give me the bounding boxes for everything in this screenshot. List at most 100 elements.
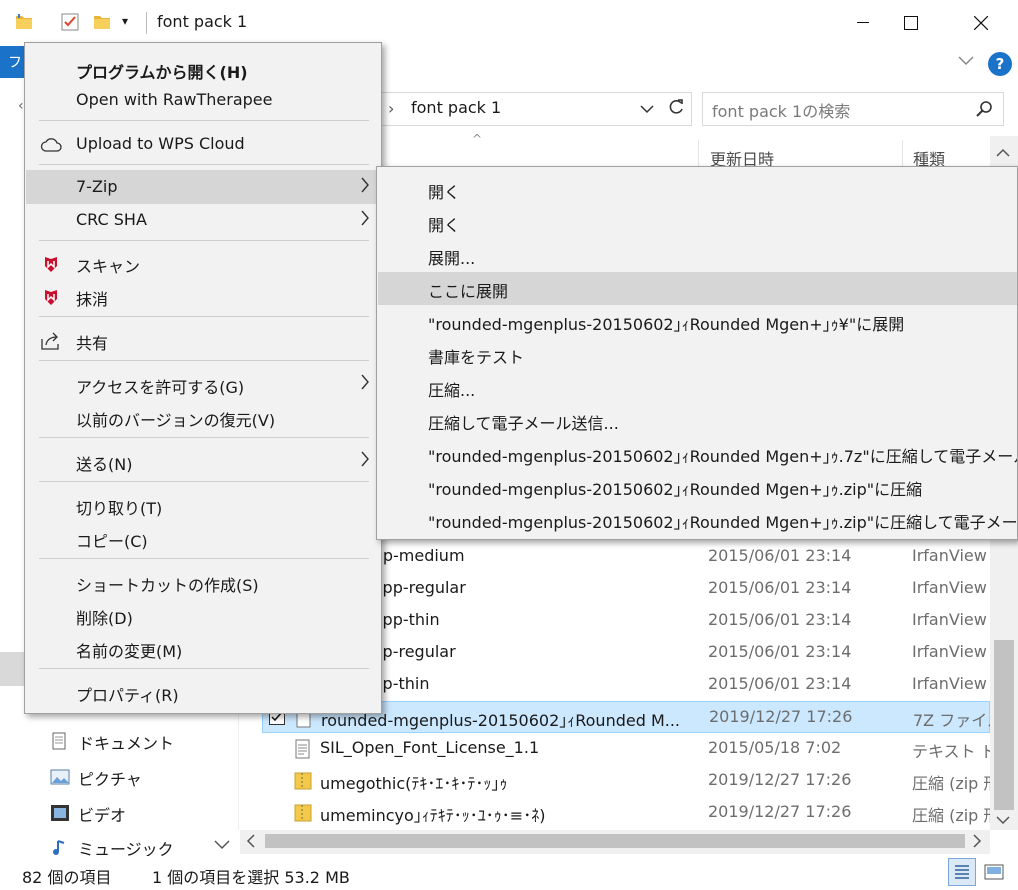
text-file-icon: [294, 739, 312, 759]
new-folder-icon[interactable]: [92, 12, 112, 32]
breadcrumb-chevron-icon[interactable]: ›: [388, 99, 394, 118]
file-type: テキスト ドキ: [912, 742, 990, 761]
search-icon[interactable]: [974, 99, 994, 123]
menu-item-label: プログラムから開く(H): [76, 63, 248, 82]
menu-item-shred[interactable]: 抹消: [26, 279, 380, 313]
submenu-arrow-icon: [360, 450, 370, 473]
expand-ribbon-icon[interactable]: [958, 54, 974, 70]
status-selection-info: 1 個の項目を選択 53.2 MB: [152, 868, 350, 887]
sort-ascending-icon: ^: [472, 132, 483, 146]
nav-item-label: ピクチャ: [78, 770, 142, 789]
menu-item-crc-sha[interactable]: CRC SHA: [26, 203, 380, 237]
table-row[interactable]: umemincyo｣ｨﾃｷﾃ･ｯ･ﾕ･ｩ･≡･ﾈ) 2019/12/27 17:2…: [262, 797, 990, 829]
menu-item-label: Open with RawTherapee: [76, 90, 273, 109]
videos-icon: [50, 804, 70, 822]
zip-folder-icon: [294, 771, 312, 791]
menu-item-open-with-rawtherapee[interactable]: Open with RawTherapee: [26, 83, 380, 117]
nav-item-label: ビデオ: [78, 806, 127, 825]
menu-item-cut[interactable]: 切り取り(T): [26, 488, 380, 522]
help-icon[interactable]: ?: [988, 52, 1012, 76]
7zip-submenu: 開く 開く 展開... ここに展開 "rounded-mgenplus-20150602…: [376, 166, 1018, 540]
customize-quick-access-icon[interactable]: ▾: [122, 14, 128, 28]
large-icons-view-button[interactable]: [982, 860, 1006, 884]
nav-item-documents[interactable]: ドキュメント: [50, 726, 210, 756]
menu-item-create-shortcut[interactable]: ショートカットの作成(S): [26, 565, 380, 599]
scroll-up-icon[interactable]: [996, 144, 1010, 162]
table-row[interactable]: SIL_Open_Font_License_1.1 2015/05/18 7:02…: [262, 733, 990, 765]
submenu-item-open-2[interactable]: 開く: [378, 206, 1017, 239]
file-date: 2019/12/27 17:26: [709, 707, 853, 726]
scroll-down-icon[interactable]: [996, 812, 1010, 830]
menu-item-open-with-program[interactable]: プログラムから開く(H): [26, 52, 380, 86]
menu-item-rename[interactable]: 名前の変更(M): [26, 631, 380, 665]
submenu-item-label: 開く: [428, 216, 461, 235]
submenu-arrow-icon: [360, 373, 370, 396]
submenu-item-add-to-zip[interactable]: "rounded-mgenplus-20150602｣ｨRounded Mgen…: [378, 470, 1017, 503]
pane-divider[interactable]: [238, 700, 239, 830]
minimize-button[interactable]: [840, 0, 886, 46]
submenu-item-open[interactable]: 開く: [378, 173, 1017, 206]
file-type: IrfanView: [912, 610, 987, 629]
submenu-item-label: "rounded-mgenplus-20150602｣ｨRounded Mgen…: [428, 315, 905, 334]
menu-separator: [39, 316, 369, 317]
menu-item-delete[interactable]: 削除(D): [26, 598, 380, 632]
nav-item-pictures[interactable]: ピクチャ: [50, 762, 210, 792]
submenu-item-compress-and-email[interactable]: 圧縮して電子メール送信...: [378, 404, 1017, 437]
submenu-item-extract-here[interactable]: ここに展開: [378, 272, 1017, 305]
maximize-button[interactable]: [888, 0, 934, 46]
scroll-left-icon[interactable]: [246, 834, 256, 852]
file-type: IrfanView: [912, 578, 987, 597]
menu-item-restore-versions[interactable]: 以前のバージョンの復元(V): [26, 400, 380, 434]
file-type: 7Z ファイル: [913, 711, 991, 730]
submenu-item-extract-files[interactable]: 展開...: [378, 239, 1017, 272]
file-type: 圧縮 (zip 形: [912, 806, 990, 825]
submenu-item-extract-to-folder[interactable]: "rounded-mgenplus-20150602｣ｨRounded Mgen…: [378, 305, 1017, 338]
menu-item-label: 以前のバージョンの復元(V): [76, 411, 276, 430]
menu-separator: [39, 437, 369, 438]
menu-item-send-to[interactable]: 送る(N): [26, 444, 380, 478]
breadcrumb-current[interactable]: font pack 1: [411, 98, 501, 117]
close-button[interactable]: [958, 0, 1004, 46]
file-name: SIL_Open_Font_License_1.1: [320, 738, 540, 757]
nav-item-videos[interactable]: ビデオ: [50, 798, 210, 828]
music-icon: [50, 838, 70, 856]
menu-item-label: 名前の変更(M): [76, 642, 183, 661]
back-arrow-icon[interactable]: ‹: [18, 98, 24, 114]
folder-app-icon[interactable]: [14, 12, 34, 32]
nav-scroll-down-icon[interactable]: [214, 836, 230, 854]
scroll-right-icon[interactable]: [972, 834, 982, 852]
refresh-icon[interactable]: [666, 97, 686, 121]
menu-separator: [39, 120, 369, 121]
file-date: 2019/12/27 17:26: [708, 770, 852, 789]
menu-item-copy[interactable]: コピー(C): [26, 521, 380, 555]
submenu-item-compress-7z-and-email[interactable]: "rounded-mgenplus-20150602｣ｨRounded Mgen…: [378, 437, 1017, 470]
submenu-item-add-to-archive[interactable]: 圧縮...: [378, 371, 1017, 404]
address-history-dropdown-icon[interactable]: [640, 101, 654, 119]
file-type: 圧縮 (zip 形: [912, 774, 990, 793]
vertical-scroll-thumb[interactable]: [994, 640, 1014, 810]
table-row[interactable]: umegothic(ﾃｷ･ｴ･ｷ･ﾃ･ｯ｣ｩ 2019/12/27 17:26 圧縮…: [262, 765, 990, 797]
status-item-count: 82 個の項目: [22, 868, 112, 887]
menu-item-share[interactable]: 共有: [26, 323, 380, 357]
menu-item-label: CRC SHA: [76, 210, 147, 229]
horizontal-scroll-thumb[interactable]: [265, 834, 965, 848]
menu-separator: [39, 164, 369, 165]
menu-separator: [39, 240, 369, 241]
submenu-item-compress-zip-and-email[interactable]: "rounded-mgenplus-20150602｣ｨRounded Mgen…: [378, 503, 1017, 536]
properties-check-icon[interactable]: [60, 12, 80, 32]
details-view-button[interactable]: [948, 858, 976, 886]
submenu-arrow-icon: [360, 209, 370, 232]
menu-item-7zip[interactable]: 7-Zip: [26, 170, 380, 204]
share-icon: [40, 331, 62, 351]
submenu-item-label: 圧縮して電子メール送信...: [428, 414, 619, 433]
submenu-item-label: 圧縮...: [428, 381, 476, 400]
menu-item-give-access[interactable]: アクセスを許可する(G): [26, 367, 380, 401]
menu-item-scan[interactable]: スキャン: [26, 246, 380, 280]
file-type: IrfanView: [912, 546, 987, 565]
menu-item-label: Upload to WPS Cloud: [76, 134, 245, 153]
menu-item-upload-wps[interactable]: Upload to WPS Cloud: [26, 127, 380, 161]
submenu-arrow-icon: [360, 176, 370, 199]
menu-item-label: アクセスを許可する(G): [76, 378, 245, 397]
menu-item-properties[interactable]: プロパティ(R): [26, 675, 380, 709]
submenu-item-test-archive[interactable]: 書庫をテスト: [378, 338, 1017, 371]
